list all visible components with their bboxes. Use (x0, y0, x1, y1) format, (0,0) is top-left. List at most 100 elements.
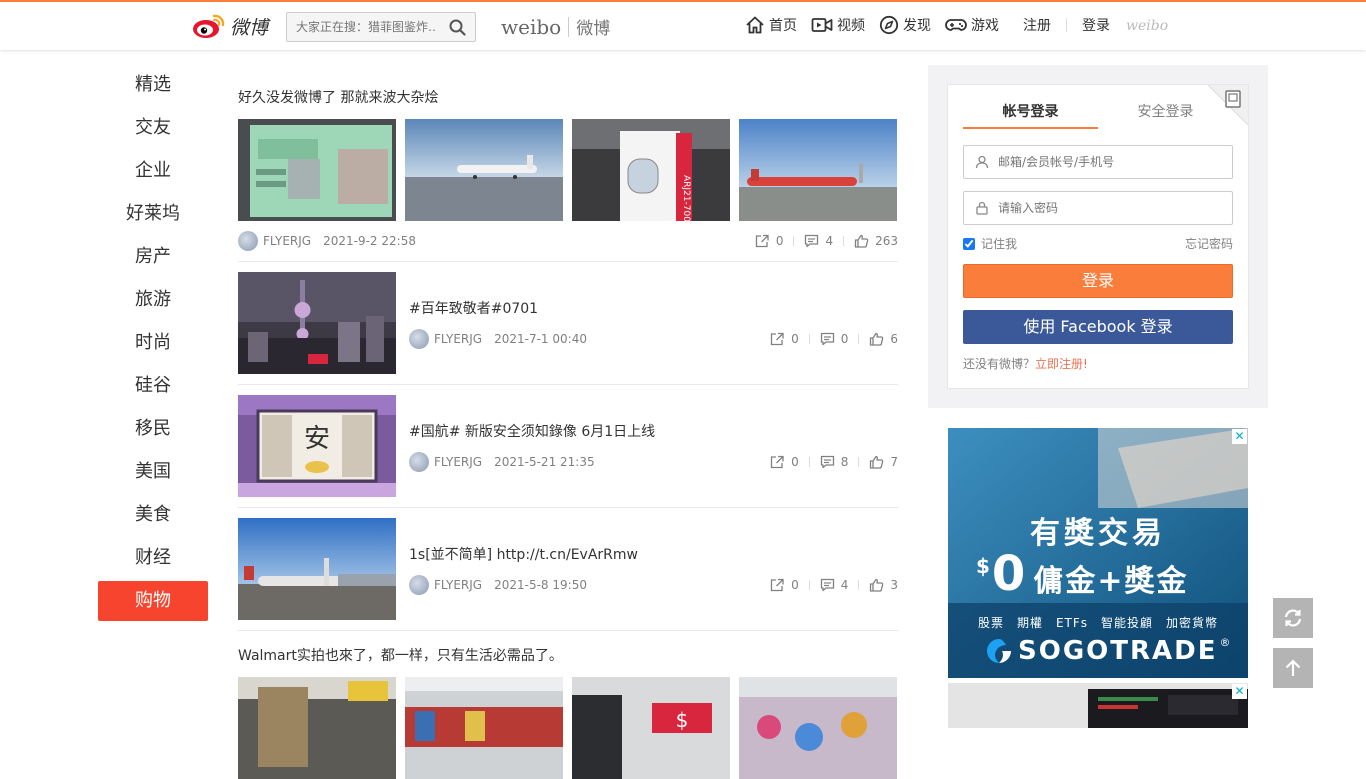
post-image[interactable] (405, 119, 563, 221)
post-image[interactable] (405, 677, 563, 779)
like-button[interactable]: 7 (869, 455, 898, 469)
comment-button[interactable]: 0 (820, 332, 848, 346)
thumbs-up-icon (854, 234, 869, 248)
action-divider (858, 334, 860, 344)
channel-fangchan[interactable]: 房产 (98, 237, 208, 277)
avatar[interactable] (409, 452, 429, 472)
post-actions: 0 4 3 (770, 578, 898, 592)
post-time[interactable]: 2021-9-2 22:58 (323, 234, 416, 248)
post-body: #百年致敬者#0701 FLYERJG 2021-7-1 00:40 0 0 6 (409, 272, 898, 374)
login-link[interactable]: 登录 (1082, 15, 1110, 35)
channel-jingxuan[interactable]: 精选 (98, 65, 208, 105)
register-link[interactable]: 注册 (1023, 15, 1051, 35)
login-button[interactable]: 登录 (963, 264, 1233, 298)
channel-hollywood[interactable]: 好莱坞 (98, 194, 208, 234)
password-input[interactable] (998, 201, 1218, 215)
post-text[interactable]: #百年致敬者#0701 (409, 298, 898, 318)
post-author[interactable]: FLYERJG (434, 578, 482, 592)
like-count: 7 (890, 455, 898, 469)
search-icon[interactable] (449, 19, 466, 36)
post-image[interactable] (238, 272, 396, 374)
channel-shishang[interactable]: 时尚 (98, 323, 208, 363)
channel-guigu[interactable]: 硅谷 (98, 366, 208, 406)
post-image[interactable]: 安 (238, 395, 396, 497)
remember-me-label: 记住我 (981, 237, 1018, 251)
channel-caijing[interactable]: 财经 (98, 538, 208, 578)
repost-button[interactable]: 0 (770, 578, 799, 592)
search-input[interactable] (287, 13, 437, 41)
ad-banner[interactable]: 有獎交易 $ 0 傭金+獎金 股票 期權 ETFs 智能投顧 加密貨幣 SOGO… (948, 428, 1248, 678)
comment-button[interactable]: 8 (820, 455, 848, 469)
nav-game[interactable]: 游戏 (945, 15, 999, 35)
post-image[interactable]: $ (572, 677, 730, 779)
nav-discover[interactable]: 发现 (879, 15, 931, 35)
avatar[interactable] (409, 575, 429, 595)
post-time[interactable]: 2021-7-1 00:40 (494, 332, 587, 346)
ad-brand: SOGOTRADE ® (984, 636, 1231, 666)
register-now-link[interactable]: 立即注册! (1035, 357, 1088, 371)
ad-close-icon[interactable]: ✕ (1232, 429, 1247, 444)
post-time[interactable]: 2021-5-21 21:35 (494, 455, 595, 469)
post-image[interactable] (238, 518, 396, 620)
avatar[interactable] (409, 329, 429, 349)
nav-video[interactable]: 视频 (811, 15, 865, 35)
action-divider (808, 334, 810, 344)
like-count: 6 (890, 332, 898, 346)
post-actions: 0 4 263 (755, 234, 898, 248)
comment-icon (820, 455, 834, 469)
like-button[interactable]: 263 (854, 234, 898, 248)
post-author[interactable]: FLYERJG (263, 234, 311, 248)
channel-meishi[interactable]: 美食 (98, 495, 208, 535)
post-image[interactable] (739, 677, 897, 779)
repost-count: 0 (791, 578, 799, 592)
channel-gouwu[interactable]: 购物 (98, 581, 208, 621)
thumbs-up-icon (870, 332, 884, 346)
weibo-logo[interactable]: 微博 (192, 10, 274, 42)
facebook-login-button[interactable]: 使用 Facebook 登录 (963, 310, 1233, 344)
post-image[interactable] (238, 677, 396, 779)
post-author[interactable]: FLYERJG (434, 455, 482, 469)
refresh-button[interactable] (1273, 598, 1313, 638)
post-text[interactable]: Walmart实拍也來了，都一样，只有生活必需品了。 (238, 645, 898, 665)
channel-lvyou[interactable]: 旅游 (98, 280, 208, 320)
repost-button[interactable]: 0 (770, 455, 799, 469)
post-time[interactable]: 2021-5-8 19:50 (494, 578, 587, 592)
logo-text: 微博 (230, 16, 269, 39)
post-image[interactable]: ARJ21-700 (572, 119, 730, 221)
forgot-password-link[interactable]: 忘记密码 (1185, 235, 1233, 252)
nav-home[interactable]: 首页 (745, 15, 797, 35)
remember-row: 记住我 忘记密码 (963, 235, 1233, 252)
refresh-icon (1284, 609, 1302, 627)
avatar[interactable] (238, 231, 258, 251)
tab-secure-login[interactable]: 安全登录 (1098, 101, 1233, 129)
ad-close-icon[interactable]: ✕ (1232, 684, 1247, 699)
channel-meiguo[interactable]: 美国 (98, 452, 208, 492)
post-text[interactable]: #国航# 新版安全须知錄像 6月1日上线 (409, 421, 898, 441)
video-icon (811, 18, 833, 32)
username-input[interactable] (998, 155, 1218, 169)
back-to-top-button[interactable] (1273, 648, 1313, 688)
like-count: 3 (890, 578, 898, 592)
brand-cn: 微博 (576, 19, 611, 39)
comment-button[interactable]: 4 (820, 578, 848, 592)
repost-button[interactable]: 0 (770, 332, 799, 346)
feed: 好久没发微博了 那就来波大杂烩 ARJ21-700 FLYERJG 2021-9… (238, 65, 898, 779)
weibo-small-logo[interactable]: weibo (1126, 18, 1168, 34)
ad-banner-secondary[interactable]: ✕ (948, 683, 1248, 728)
channel-qiye[interactable]: 企业 (98, 151, 208, 191)
post-body: 1s[並不简单] http://t.cn/EvArRmw FLYERJG 202… (409, 518, 898, 620)
post-image[interactable] (739, 119, 897, 221)
post-actions: 0 8 7 (770, 455, 898, 469)
remember-me-checkbox[interactable] (963, 237, 975, 250)
channel-jiaoyou[interactable]: 交友 (98, 108, 208, 148)
channel-yimin[interactable]: 移民 (98, 409, 208, 449)
like-button[interactable]: 3 (869, 578, 898, 592)
comment-button[interactable]: 4 (804, 234, 833, 248)
tab-account-login[interactable]: 帐号登录 (963, 101, 1098, 129)
like-button[interactable]: 6 (869, 332, 898, 346)
post-image[interactable] (238, 119, 396, 221)
post-text[interactable]: 好久没发微博了 那就来波大杂烩 (238, 87, 898, 107)
repost-button[interactable]: 0 (755, 234, 783, 248)
post-text[interactable]: 1s[並不简单] http://t.cn/EvArRmw (409, 544, 898, 564)
post-author[interactable]: FLYERJG (434, 332, 482, 346)
